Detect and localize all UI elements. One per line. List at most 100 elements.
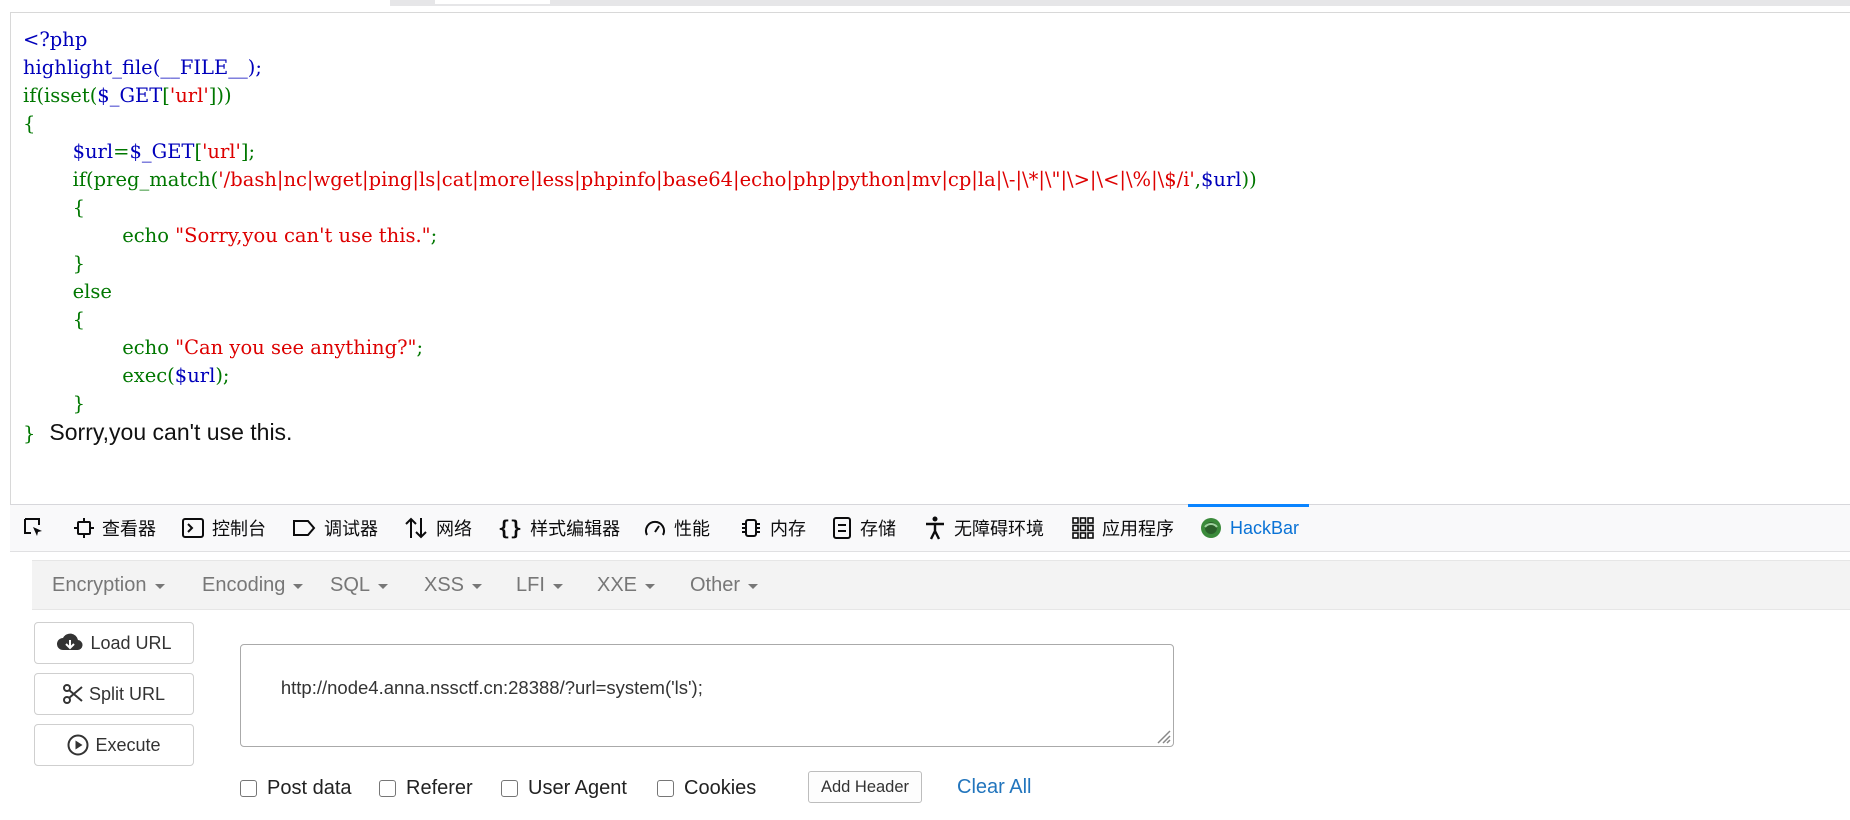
accessibility-icon — [926, 516, 944, 540]
cookies-option[interactable]: Cookies — [657, 775, 756, 801]
tab-label: 查看器 — [102, 519, 156, 539]
tab-storage[interactable]: 存储 — [832, 505, 896, 551]
tab-network[interactable]: 网络 — [404, 505, 472, 551]
menu-label: XXE — [597, 573, 638, 596]
menu-label: SQL — [330, 573, 371, 596]
add-header-button[interactable]: Add Header — [808, 771, 922, 803]
caret-down-icon — [293, 583, 304, 589]
code-token: 'url' — [202, 140, 241, 163]
code-token: { — [72, 196, 86, 219]
menu-label: Encoding — [202, 573, 286, 596]
tab-style-editor[interactable]: {} 样式编辑器 — [498, 505, 620, 551]
hackbar-panel: Encryption Encoding SQL XSS LFI XXE Othe… — [10, 552, 1850, 820]
post-data-option[interactable]: Post data — [240, 775, 352, 801]
tab-inspector[interactable]: 查看器 — [74, 505, 156, 551]
console-icon — [182, 518, 204, 538]
code-line: echo "Can you see anything?"; — [23, 334, 1823, 362]
code-token: = — [113, 140, 130, 163]
menu-label: Other — [690, 573, 741, 596]
browser-tab[interactable] — [435, 0, 550, 4]
menu-xss[interactable]: XSS — [424, 561, 483, 609]
code-token: exec( — [122, 364, 175, 387]
url-textarea[interactable]: http://node4.anna.nssctf.cn:28388/?url=s… — [240, 644, 1174, 747]
tab-strip — [390, 0, 1850, 6]
tab-accessibility[interactable]: 无障碍环境 — [924, 505, 1044, 551]
code-line: } Sorry,you can't use this. — [23, 418, 1823, 446]
code-token: } — [72, 252, 86, 275]
code-line: } — [23, 390, 1823, 418]
menu-sql[interactable]: SQL — [330, 561, 389, 609]
menu-encryption[interactable]: Encryption — [52, 561, 165, 609]
menu-encoding[interactable]: Encoding — [202, 561, 304, 609]
menu-label: LFI — [516, 573, 545, 596]
page-top-border — [10, 12, 1850, 13]
user-agent-option[interactable]: User Agent — [501, 775, 627, 801]
execute-button[interactable]: Execute — [34, 724, 194, 766]
option-label: User Agent — [528, 776, 627, 799]
code-token: <?php — [23, 28, 88, 51]
load-url-button[interactable]: Load URL — [34, 622, 194, 664]
scissors-icon — [62, 684, 83, 704]
devtools-panel: 查看器 控制台 调试器 网络 {} 样式编辑器 性能 内存 存储 无障碍环境 应… — [10, 504, 1850, 820]
element-picker-button[interactable] — [22, 505, 46, 551]
post-data-checkbox[interactable] — [240, 779, 257, 797]
storage-icon — [833, 517, 851, 539]
menu-other[interactable]: Other — [690, 561, 759, 609]
chip-icon — [742, 519, 760, 537]
tab-label: 网络 — [436, 519, 472, 539]
page-output-text: Sorry,you can't use this. — [49, 419, 293, 445]
code-token: ); — [215, 364, 230, 387]
code-token: ]; — [240, 140, 256, 163]
caret-down-icon — [748, 583, 759, 589]
braces-icon: {} — [498, 516, 523, 540]
code-token: highlight_file(__FILE__); — [23, 56, 262, 79]
button-label: Split URL — [88, 683, 166, 704]
app-grid-icon — [1072, 517, 1094, 539]
option-label: Referer — [406, 776, 473, 799]
caret-down-icon — [154, 583, 165, 589]
code-token: )) — [1241, 168, 1257, 191]
code-token: ])) — [208, 84, 232, 107]
tab-performance[interactable]: 性能 — [644, 505, 710, 551]
code-token: } — [23, 422, 36, 445]
devtools-toolbar: 查看器 控制台 调试器 网络 {} 样式编辑器 性能 内存 存储 无障碍环境 应… — [10, 504, 1850, 552]
gauge-icon — [645, 520, 665, 536]
tab-memory[interactable]: 内存 — [740, 505, 806, 551]
code-token: else — [72, 280, 112, 303]
caret-down-icon — [378, 583, 389, 589]
code-line: if(preg_match('/bash|nc|wget|ping|ls|cat… — [23, 166, 1823, 194]
code-token: $url — [72, 140, 114, 163]
tab-console[interactable]: 控制台 — [182, 505, 266, 551]
inspector-icon — [74, 518, 94, 538]
code-token: { — [23, 112, 36, 135]
referer-option[interactable]: Referer — [379, 775, 473, 801]
cookies-checkbox[interactable] — [657, 779, 674, 797]
menu-lfi[interactable]: LFI — [516, 561, 563, 609]
browser-top-strip — [0, 0, 1850, 12]
clear-all-link[interactable]: Clear All — [957, 773, 1031, 801]
code-token: $url — [1201, 168, 1242, 191]
referer-checkbox[interactable] — [379, 779, 396, 797]
tab-debugger[interactable]: 调试器 — [292, 505, 378, 551]
hackbar-icon — [1201, 518, 1221, 538]
code-token: [ — [194, 140, 203, 163]
code-token: 'url' — [169, 84, 209, 107]
split-url-button[interactable]: Split URL — [34, 673, 194, 715]
tab-application[interactable]: 应用程序 — [1072, 505, 1174, 551]
menu-label: Encryption — [52, 573, 147, 596]
tab-label: HackBar — [1230, 517, 1300, 538]
tab-label: 性能 — [674, 519, 710, 539]
tab-label: 存储 — [860, 519, 896, 539]
cloud-download-icon — [57, 633, 83, 651]
resize-grip-icon[interactable] — [1153, 726, 1171, 744]
code-token: "Sorry,you can't use this." — [175, 224, 431, 247]
code-token: [ — [162, 84, 170, 107]
tab-hackbar[interactable]: HackBar — [1187, 504, 1310, 551]
menu-xxe[interactable]: XXE — [597, 561, 656, 609]
button-label: Execute — [95, 734, 161, 755]
tab-label: 样式编辑器 — [530, 519, 621, 539]
menu-label: XSS — [424, 573, 465, 596]
code-token: "Can you see anything?" — [175, 336, 417, 359]
button-label: Load URL — [90, 632, 172, 653]
user-agent-checkbox[interactable] — [501, 779, 518, 797]
